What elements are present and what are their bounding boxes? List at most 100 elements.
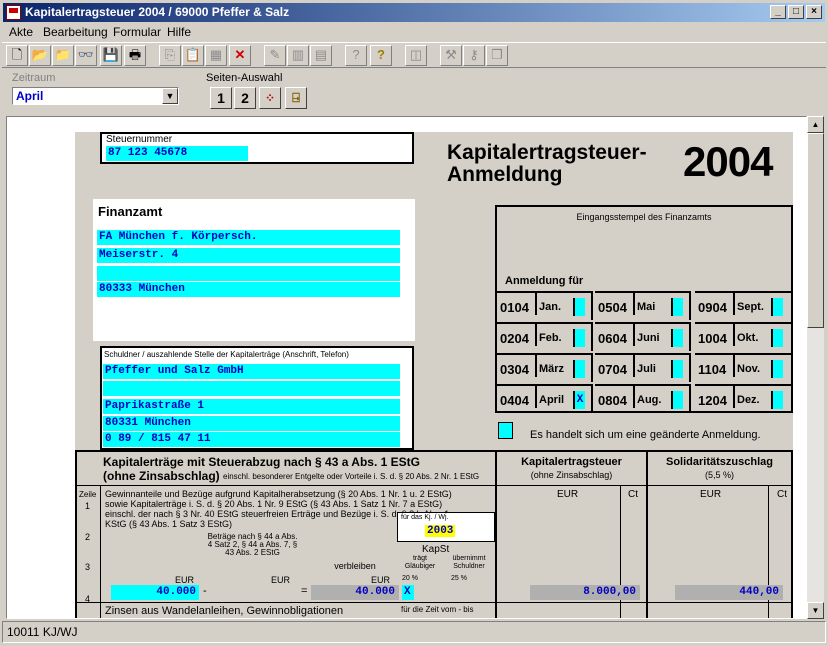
row4-amount-field[interactable]: 40.000 bbox=[111, 585, 199, 600]
month-checkbox[interactable] bbox=[671, 298, 683, 316]
eingangsstempel-label: Eingangsstempel des Finanzamts bbox=[576, 212, 712, 222]
month-checkbox[interactable] bbox=[671, 329, 683, 347]
month-name: Juli bbox=[633, 355, 665, 377]
month-name: Mai bbox=[633, 293, 665, 315]
window-icon[interactable]: ◫ bbox=[405, 45, 427, 66]
row4-eur-label-1: EUR bbox=[175, 575, 195, 585]
month-checkbox[interactable] bbox=[771, 298, 783, 316]
calculator-icon[interactable]: ▦ bbox=[205, 45, 227, 66]
steuernummer-label: Steuernummer bbox=[106, 134, 173, 145]
month-cell: 0504 Mai bbox=[595, 291, 691, 320]
exit-door-icon[interactable]: ⍈ bbox=[285, 87, 307, 109]
menu-akte[interactable]: Akte bbox=[9, 25, 33, 39]
status-bar: 10011 KJ/WJ bbox=[2, 621, 826, 643]
help-icon[interactable]: ? bbox=[370, 45, 392, 66]
finanzamt-name-field[interactable]: FA München f. Körpersch. bbox=[97, 230, 400, 245]
binoculars-icon[interactable]: 👓 bbox=[75, 45, 97, 66]
schuldner-city-field[interactable]: 80331 München bbox=[103, 416, 400, 431]
maximize-button[interactable]: □ bbox=[788, 5, 804, 19]
schuldner-box: Schuldner / auszahlende Stelle der Kapit… bbox=[100, 346, 414, 450]
month-name: Aug. bbox=[633, 386, 665, 408]
month-checkbox[interactable] bbox=[771, 329, 783, 347]
steuernummer-field[interactable]: 87 123 45678 bbox=[106, 146, 248, 161]
toolbar: 🗋 📂 📁 👓 💾 🖶 ⎘ 📋 ▦ ✕ ✎ ▥ ▤ ? ? ◫ ⚒ ⚷ ❐ bbox=[2, 42, 826, 68]
book-icon[interactable]: ▥ bbox=[287, 45, 309, 66]
finanzamt-street-field[interactable]: Meiserstr. 4 bbox=[97, 248, 400, 263]
schuldner-street-field[interactable]: Paprikastraße 1 bbox=[103, 399, 400, 414]
menu-formular[interactable]: Formular bbox=[113, 25, 161, 39]
scroll-up-icon[interactable]: ▲ bbox=[807, 116, 824, 133]
geaendert-checkbox[interactable] bbox=[498, 422, 513, 439]
schuldner-name-field[interactable]: Pfeffer und Salz GmbH bbox=[103, 364, 400, 379]
schuldner-extra-field[interactable] bbox=[103, 381, 400, 396]
month-checkbox[interactable] bbox=[573, 360, 585, 378]
eingangsstempel-box: Eingangsstempel des Finanzamts Anmeldung… bbox=[495, 205, 793, 413]
row4-minus: - bbox=[203, 585, 207, 597]
month-cell: 0304 März bbox=[497, 353, 593, 382]
save-icon[interactable]: 💾 bbox=[100, 45, 122, 66]
month-cell: 0704 Juli bbox=[595, 353, 691, 382]
minimize-button[interactable]: _ bbox=[770, 5, 786, 19]
month-checkbox[interactable] bbox=[671, 391, 683, 409]
zeile-label: Zeile bbox=[79, 490, 97, 499]
vertical-scrollbar[interactable]: ▲ ▼ bbox=[807, 116, 824, 619]
copy-icon[interactable]: ⎘ bbox=[159, 45, 181, 66]
row4-remain-field: 40.000 bbox=[311, 585, 399, 600]
title-bar[interactable]: Kapitalertragsteuer 2004 / 69000 Pfeffer… bbox=[3, 3, 825, 22]
row4-gläubiger-checkbox[interactable]: X bbox=[402, 585, 414, 600]
status-text: 10011 KJ/WJ bbox=[7, 625, 78, 639]
scroll-thumb[interactable] bbox=[807, 133, 824, 328]
new-file-icon[interactable]: 🗋 bbox=[6, 45, 28, 66]
document-icon[interactable]: ▤ bbox=[310, 45, 332, 66]
paste-icon[interactable]: 📋 bbox=[182, 45, 204, 66]
finanzamt-city-field[interactable]: 80333 München bbox=[97, 282, 400, 297]
zeitraum-select[interactable]: April ▼ bbox=[12, 87, 179, 105]
month-name: Dez. bbox=[733, 386, 765, 408]
help-pointer-icon[interactable]: ? bbox=[345, 45, 367, 66]
kapst-form: Steuernummer 87 123 45678 Kapitalertrags… bbox=[75, 132, 793, 618]
chevron-down-icon[interactable]: ▼ bbox=[162, 88, 178, 104]
schuldner-phone-field[interactable]: 0 89 / 815 47 11 bbox=[103, 432, 400, 447]
month-name: April bbox=[535, 386, 567, 408]
kj-box: für das Kj. / Wj. 2003 bbox=[397, 512, 495, 542]
month-name: Sept. bbox=[733, 293, 765, 315]
close-button[interactable]: × bbox=[806, 5, 822, 19]
month-cell: 0104 Jan. bbox=[497, 291, 593, 320]
zeit-vom-label: für die Zeit vom - bis bbox=[401, 605, 474, 614]
section-table: Kapitalerträge mit Steuerabzug nach § 43… bbox=[75, 450, 793, 618]
geaendert-label: Es handelt sich um eine geänderte Anmeld… bbox=[530, 429, 761, 441]
scroll-down-icon[interactable]: ▼ bbox=[807, 602, 824, 619]
month-checkbox[interactable] bbox=[671, 360, 683, 378]
kj-field[interactable]: 2003 bbox=[425, 525, 456, 537]
month-checkbox[interactable] bbox=[573, 298, 585, 316]
page-2-button[interactable]: 2 bbox=[234, 87, 256, 109]
row4-eur-label-3: EUR bbox=[371, 575, 391, 585]
month-code: 0804 bbox=[598, 393, 627, 408]
delete-icon[interactable]: ✕ bbox=[229, 45, 251, 66]
page-1-button[interactable]: 1 bbox=[210, 87, 232, 109]
line5-text: Zinsen aus Wandelanleihen, Gewinnobligat… bbox=[105, 605, 344, 617]
month-checkbox[interactable] bbox=[771, 391, 783, 409]
schuldner-label: Schuldner / auszahlende Stelle der Kapit… bbox=[104, 350, 349, 359]
pen-icon[interactable]: ✎ bbox=[264, 45, 286, 66]
month-code: 1004 bbox=[698, 331, 727, 346]
open-folder-icon[interactable]: 📂 bbox=[29, 45, 51, 66]
finanzamt-extra-field[interactable] bbox=[97, 266, 400, 281]
tools-icon[interactable]: ⚒ bbox=[440, 45, 462, 66]
application-window: Kapitalertragsteuer 2004 / 69000 Pfeffer… bbox=[0, 0, 828, 646]
menu-bearbeitung[interactable]: Bearbeitung bbox=[43, 25, 108, 39]
section-title-line2: (ohne Zinsabschlag) bbox=[103, 469, 220, 483]
menu-hilfe[interactable]: Hilfe bbox=[167, 25, 191, 39]
window-title: Kapitalertragsteuer 2004 / 69000 Pfeffer… bbox=[25, 5, 290, 19]
print-icon[interactable]: 🖶 bbox=[124, 45, 146, 66]
zeile-1: 1 bbox=[85, 501, 91, 511]
month-checkbox[interactable] bbox=[771, 360, 783, 378]
kapst-label: KapSt bbox=[422, 544, 450, 555]
key-icon[interactable]: ⚷ bbox=[463, 45, 485, 66]
month-code: 0404 bbox=[500, 393, 529, 408]
month-checkbox[interactable] bbox=[573, 329, 585, 347]
page-nav-icon[interactable]: ⁘ bbox=[259, 87, 281, 109]
pages-icon[interactable]: ❐ bbox=[486, 45, 508, 66]
month-checkbox[interactable]: X bbox=[573, 391, 585, 409]
folder-icon[interactable]: 📁 bbox=[52, 45, 74, 66]
